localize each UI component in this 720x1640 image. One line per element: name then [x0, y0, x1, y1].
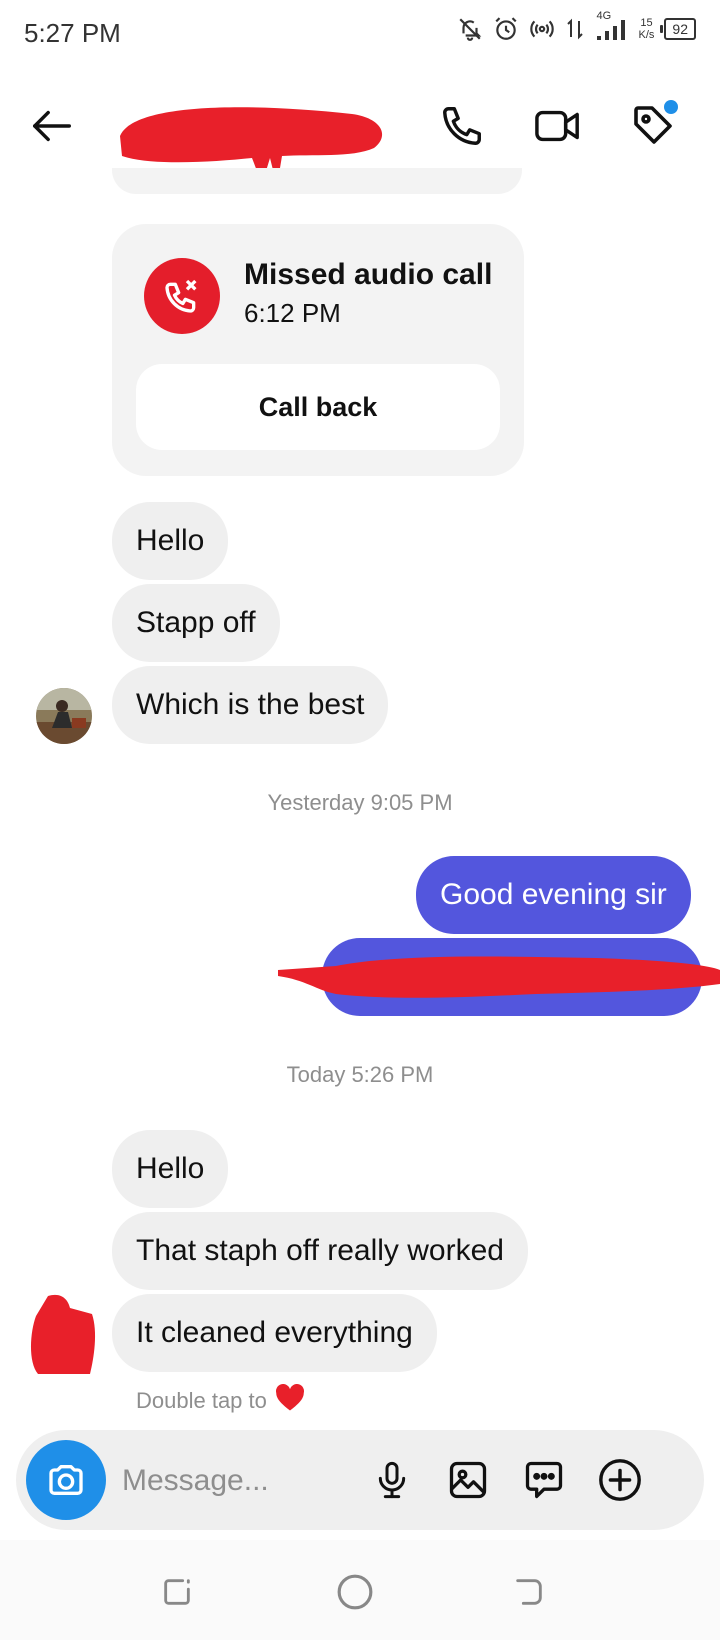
message-bubble[interactable]: Stapp off — [112, 584, 280, 662]
previous-message-edge — [112, 168, 522, 194]
sent-message-bubble[interactable]: Good evening sir — [416, 856, 691, 934]
missed-call-time: 6:12 PM — [244, 298, 341, 328]
back-nav-icon[interactable] — [502, 1565, 556, 1619]
hotspot-icon — [529, 16, 555, 42]
double-tap-text: Double tap to — [136, 1388, 267, 1413]
missed-call-title: Missed audio call — [244, 258, 493, 291]
recents-nav-icon[interactable] — [150, 1565, 204, 1619]
bell-off-icon — [457, 16, 483, 42]
sticker-chat-icon[interactable] — [514, 1450, 574, 1510]
call-back-button[interactable]: Call back — [136, 364, 500, 450]
video-camera-icon[interactable] — [528, 96, 588, 156]
message-bubble[interactable]: It cleaned everything — [112, 1294, 437, 1372]
contact-avatar[interactable] — [36, 688, 92, 744]
status-icons: 4G 15 K/s 92 — [457, 10, 696, 42]
message-bubble[interactable]: Hello — [112, 502, 229, 580]
message-input[interactable] — [120, 1448, 374, 1514]
timestamp: Yesterday 9:05 PM — [267, 790, 453, 815]
network-speed-unit: K/s — [638, 29, 655, 41]
plus-circle-icon[interactable] — [590, 1450, 650, 1510]
heart-icon[interactable] — [275, 1383, 305, 1418]
tag-icon[interactable] — [624, 96, 684, 156]
message-bubble[interactable]: That staph off really worked — [112, 1212, 528, 1290]
camera-icon[interactable] — [26, 1440, 106, 1520]
network-speed: 15 K/s — [639, 17, 655, 41]
battery-indicator: 92 — [660, 18, 696, 40]
message-bubble[interactable]: Hello — [112, 1130, 229, 1208]
alarm-icon — [493, 16, 519, 42]
status-time: 5:27 PM — [24, 18, 121, 48]
redaction-scribble — [278, 956, 720, 998]
double-tap-hint: Double tap to — [136, 1383, 305, 1418]
timestamp: Today 5:26 PM — [286, 1062, 434, 1087]
missed-call-icon — [144, 258, 220, 334]
notification-dot — [664, 100, 678, 114]
message-bubble[interactable]: Which is the best — [112, 666, 389, 744]
network-type: 4G — [596, 10, 612, 22]
gallery-icon[interactable] — [438, 1450, 498, 1510]
microphone-icon[interactable] — [362, 1450, 422, 1510]
back-arrow-icon[interactable] — [22, 96, 82, 156]
home-nav-icon[interactable] — [328, 1565, 382, 1619]
phone-icon[interactable] — [432, 96, 492, 156]
signal-icon: 4G — [595, 10, 629, 42]
data-transfer-icon — [565, 16, 585, 42]
redacted-avatar — [31, 1294, 96, 1374]
network-speed-value: 15 — [640, 17, 653, 29]
